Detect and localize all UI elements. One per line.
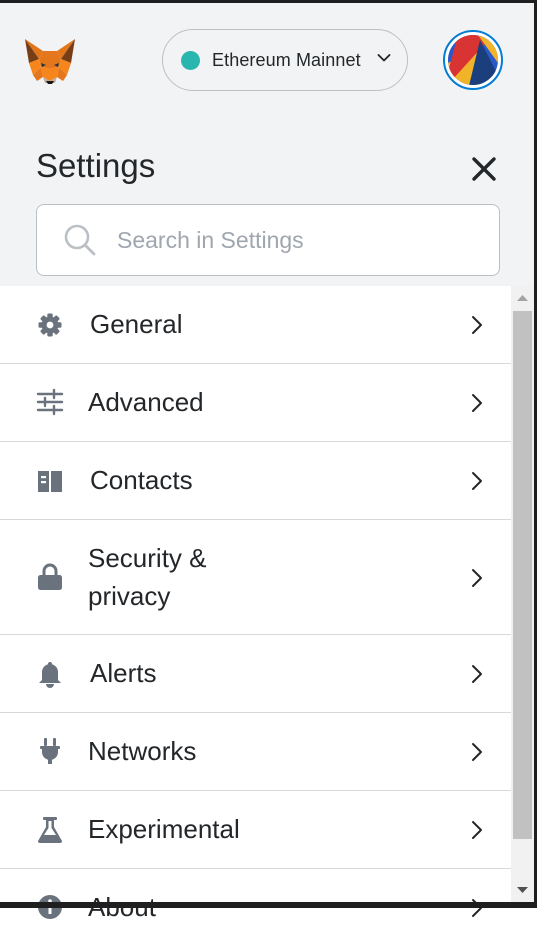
menu-item-label: Advanced — [88, 387, 204, 417]
scrollbar-thumb[interactable] — [513, 311, 532, 839]
menu-item-label: Experimental — [88, 814, 240, 844]
settings-search-box[interactable] — [36, 204, 500, 276]
menu-item-about[interactable]: About — [0, 869, 511, 947]
flask-icon — [38, 817, 62, 843]
menu-item-label: Security & privacy — [88, 543, 207, 611]
chevron-right-icon — [472, 472, 482, 490]
chevron-right-icon — [472, 743, 482, 761]
close-icon[interactable] — [470, 155, 498, 183]
window-frame-bottom — [0, 902, 537, 908]
plug-icon — [40, 738, 60, 764]
chevron-right-icon — [472, 316, 482, 334]
lock-icon — [38, 563, 62, 590]
network-selector[interactable]: Ethereum Mainnet — [162, 29, 408, 91]
scroll-down-arrow-icon[interactable] — [511, 878, 534, 902]
chevron-right-icon — [472, 394, 482, 412]
menu-item-security-privacy[interactable]: Security & privacy — [0, 520, 511, 635]
address-book-icon — [38, 471, 62, 492]
chevron-right-icon — [472, 821, 482, 839]
scroll-up-arrow-icon[interactable] — [511, 286, 534, 310]
menu-item-advanced[interactable]: Advanced — [0, 364, 511, 442]
chevron-right-icon — [472, 899, 482, 917]
account-avatar[interactable] — [443, 30, 503, 90]
menu-item-label: Networks — [88, 736, 197, 766]
sliders-icon — [36, 388, 64, 416]
chevron-right-icon — [472, 569, 482, 587]
network-label: Ethereum Mainnet — [212, 49, 361, 70]
app-header: Ethereum Mainnet Settings — [0, 3, 534, 286]
menu-item-experimental[interactable]: Experimental — [0, 791, 511, 869]
page-title: Settings — [36, 147, 156, 184]
menu-item-label: General — [90, 309, 183, 339]
scrollbar[interactable] — [511, 286, 534, 902]
metamask-fox-icon[interactable] — [23, 37, 77, 85]
menu-item-label: Contacts — [90, 465, 193, 495]
menu-item-contacts[interactable]: Contacts — [0, 442, 511, 520]
menu-item-general[interactable]: General — [0, 286, 511, 364]
menu-item-networks[interactable]: Networks — [0, 713, 511, 791]
settings-menu-list: General Advanced Contacts Security & pri… — [0, 286, 511, 947]
account-identicon — [443, 35, 503, 90]
gear-icon — [38, 313, 62, 337]
chevron-down-icon — [377, 54, 391, 62]
chevron-right-icon — [472, 665, 482, 683]
search-input[interactable] — [115, 225, 479, 255]
menu-item-label: Alerts — [90, 658, 157, 688]
menu-item-alerts[interactable]: Alerts — [0, 635, 511, 713]
bell-icon — [39, 662, 61, 688]
search-icon — [64, 224, 96, 256]
network-status-dot — [181, 50, 200, 70]
